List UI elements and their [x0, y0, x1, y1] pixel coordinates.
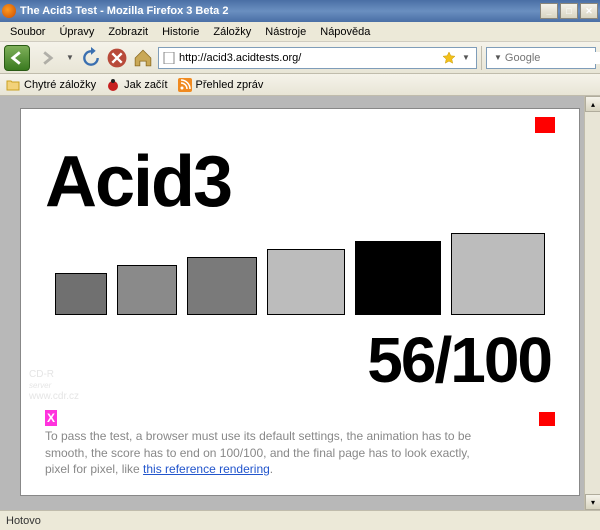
toolbar-separator	[481, 46, 482, 70]
menu-file[interactable]: Soubor	[4, 24, 51, 40]
reload-button[interactable]	[80, 47, 102, 69]
bookmark-news[interactable]: Přehled zpráv	[178, 78, 264, 92]
folder-icon	[6, 78, 20, 92]
scroll-down-button[interactable]: ▾	[585, 494, 600, 510]
bookmark-start[interactable]: Jak začít	[106, 78, 167, 92]
vertical-scrollbar[interactable]: ▴ ▾	[584, 96, 600, 510]
menu-help[interactable]: Nápověda	[314, 24, 376, 40]
content-area: Acid3 56/100 CD-R server www.cdr.cz X To…	[0, 96, 600, 510]
statusbar: Hotovo	[0, 510, 600, 530]
acid3-box-2	[117, 265, 177, 315]
menu-tools[interactable]: Nástroje	[259, 24, 312, 40]
reference-link[interactable]: this reference rendering	[143, 462, 270, 476]
rss-icon	[178, 78, 192, 92]
bookmark-label: Jak začít	[124, 79, 167, 91]
red-square-top	[535, 117, 555, 133]
acid3-score: 56/100	[45, 323, 555, 397]
menubar: Soubor Úpravy Zobrazit Historie Záložky …	[0, 22, 600, 42]
acid3-box-6	[451, 233, 545, 315]
toolbar: ▼ ▼ G ▼	[0, 42, 600, 74]
menu-history[interactable]: Historie	[156, 24, 205, 40]
stop-button[interactable]	[106, 47, 128, 69]
search-input[interactable]	[505, 52, 600, 64]
bookmark-label: Přehled zpráv	[196, 79, 264, 91]
instructions-line: smooth, the score has to end on 100/100,…	[45, 446, 470, 460]
instructions-line: pixel for pixel, like	[45, 462, 143, 476]
firefox-icon	[2, 4, 16, 18]
menu-bookmarks[interactable]: Záložky	[207, 24, 257, 40]
acid3-box-3	[187, 257, 257, 315]
acid3-page: Acid3 56/100 CD-R server www.cdr.cz X To…	[20, 108, 580, 496]
acid3-box-5	[355, 241, 441, 315]
scroll-up-button[interactable]: ▴	[585, 96, 600, 112]
search-box[interactable]: G ▼	[486, 47, 596, 69]
red-square-footer	[539, 412, 555, 426]
back-button[interactable]	[4, 45, 30, 71]
ladybug-icon	[106, 78, 120, 92]
search-engine-dropdown[interactable]: ▼	[494, 53, 502, 62]
url-input[interactable]	[179, 52, 438, 64]
acid3-boxes	[45, 215, 555, 315]
acid3-title: Acid3	[45, 141, 555, 223]
page-icon	[163, 52, 175, 64]
url-dropdown[interactable]: ▼	[460, 53, 472, 62]
status-text: Hotovo	[6, 515, 41, 527]
nav-history-dropdown[interactable]: ▼	[64, 53, 76, 62]
bookmark-label: Chytré záložky	[24, 79, 96, 91]
menu-edit[interactable]: Úpravy	[53, 24, 100, 40]
url-bar[interactable]: ▼	[158, 47, 477, 69]
acid3-box-1	[55, 273, 107, 315]
close-button[interactable]: ✕	[580, 3, 598, 19]
x-marker: X	[45, 410, 57, 426]
titlebar: The Acid3 Test - Mozilla Firefox 3 Beta …	[0, 0, 600, 22]
acid3-box-4	[267, 249, 345, 315]
bookmark-star-icon[interactable]	[442, 51, 456, 65]
acid3-footer: X To pass the test, a browser must use i…	[45, 410, 555, 477]
window-title: The Acid3 Test - Mozilla Firefox 3 Beta …	[20, 5, 540, 17]
instructions-line: To pass the test, a browser must use its…	[45, 429, 471, 443]
maximize-button[interactable]: □	[560, 3, 578, 19]
menu-view[interactable]: Zobrazit	[102, 24, 154, 40]
home-button[interactable]	[132, 47, 154, 69]
bookmark-smart[interactable]: Chytré záložky	[6, 78, 96, 92]
minimize-button[interactable]: _	[540, 3, 558, 19]
forward-button[interactable]	[34, 45, 60, 71]
bookmarks-toolbar: Chytré záložky Jak začít Přehled zpráv	[0, 74, 600, 96]
